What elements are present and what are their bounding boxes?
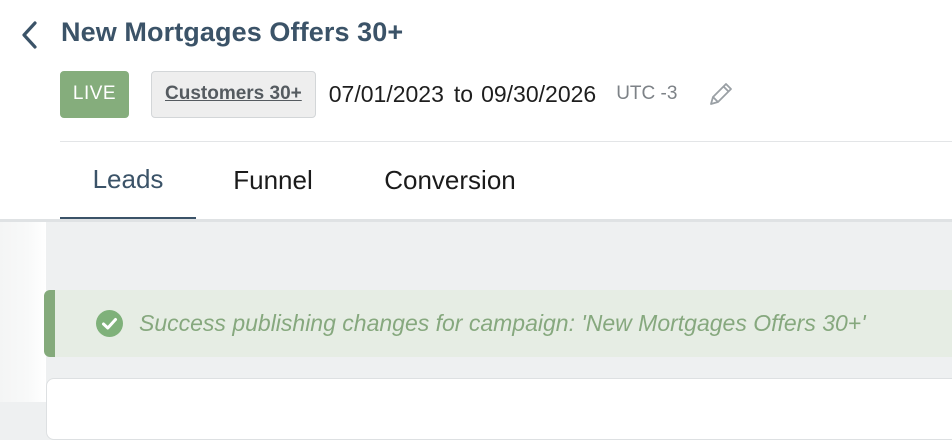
- alert-message: Success publishing changes for campaign:…: [139, 310, 866, 336]
- campaign-header: New Mortgages Offers 30+ LIVE Customers …: [0, 0, 952, 222]
- page-title: New Mortgages Offers 30+: [61, 17, 404, 47]
- status-badge: LIVE: [60, 70, 129, 118]
- segment-link[interactable]: Customers 30+: [151, 70, 316, 118]
- date-start: 07/01/2023: [328, 80, 444, 107]
- chevron-left-icon: [22, 21, 37, 49]
- edit-dates-button[interactable]: [705, 78, 737, 110]
- content-panel: [46, 378, 952, 440]
- date-end: 09/30/2026: [481, 80, 597, 107]
- tab-conversion[interactable]: Conversion: [365, 142, 535, 219]
- tab-funnel[interactable]: Funnel: [218, 142, 328, 219]
- tab-leads[interactable]: Leads: [60, 142, 196, 222]
- tab-bar-bottom-border: [0, 219, 952, 222]
- campaign-meta: LIVE Customers 30+ 07/01/2023 to 09/30/2…: [60, 70, 737, 118]
- success-alert: Success publishing changes for campaign:…: [44, 290, 952, 357]
- back-button[interactable]: [16, 20, 44, 50]
- check-circle-icon: [95, 309, 124, 338]
- pencil-icon: [710, 83, 733, 105]
- date-separator: to: [453, 80, 474, 107]
- timezone-label: UTC -3: [616, 83, 678, 104]
